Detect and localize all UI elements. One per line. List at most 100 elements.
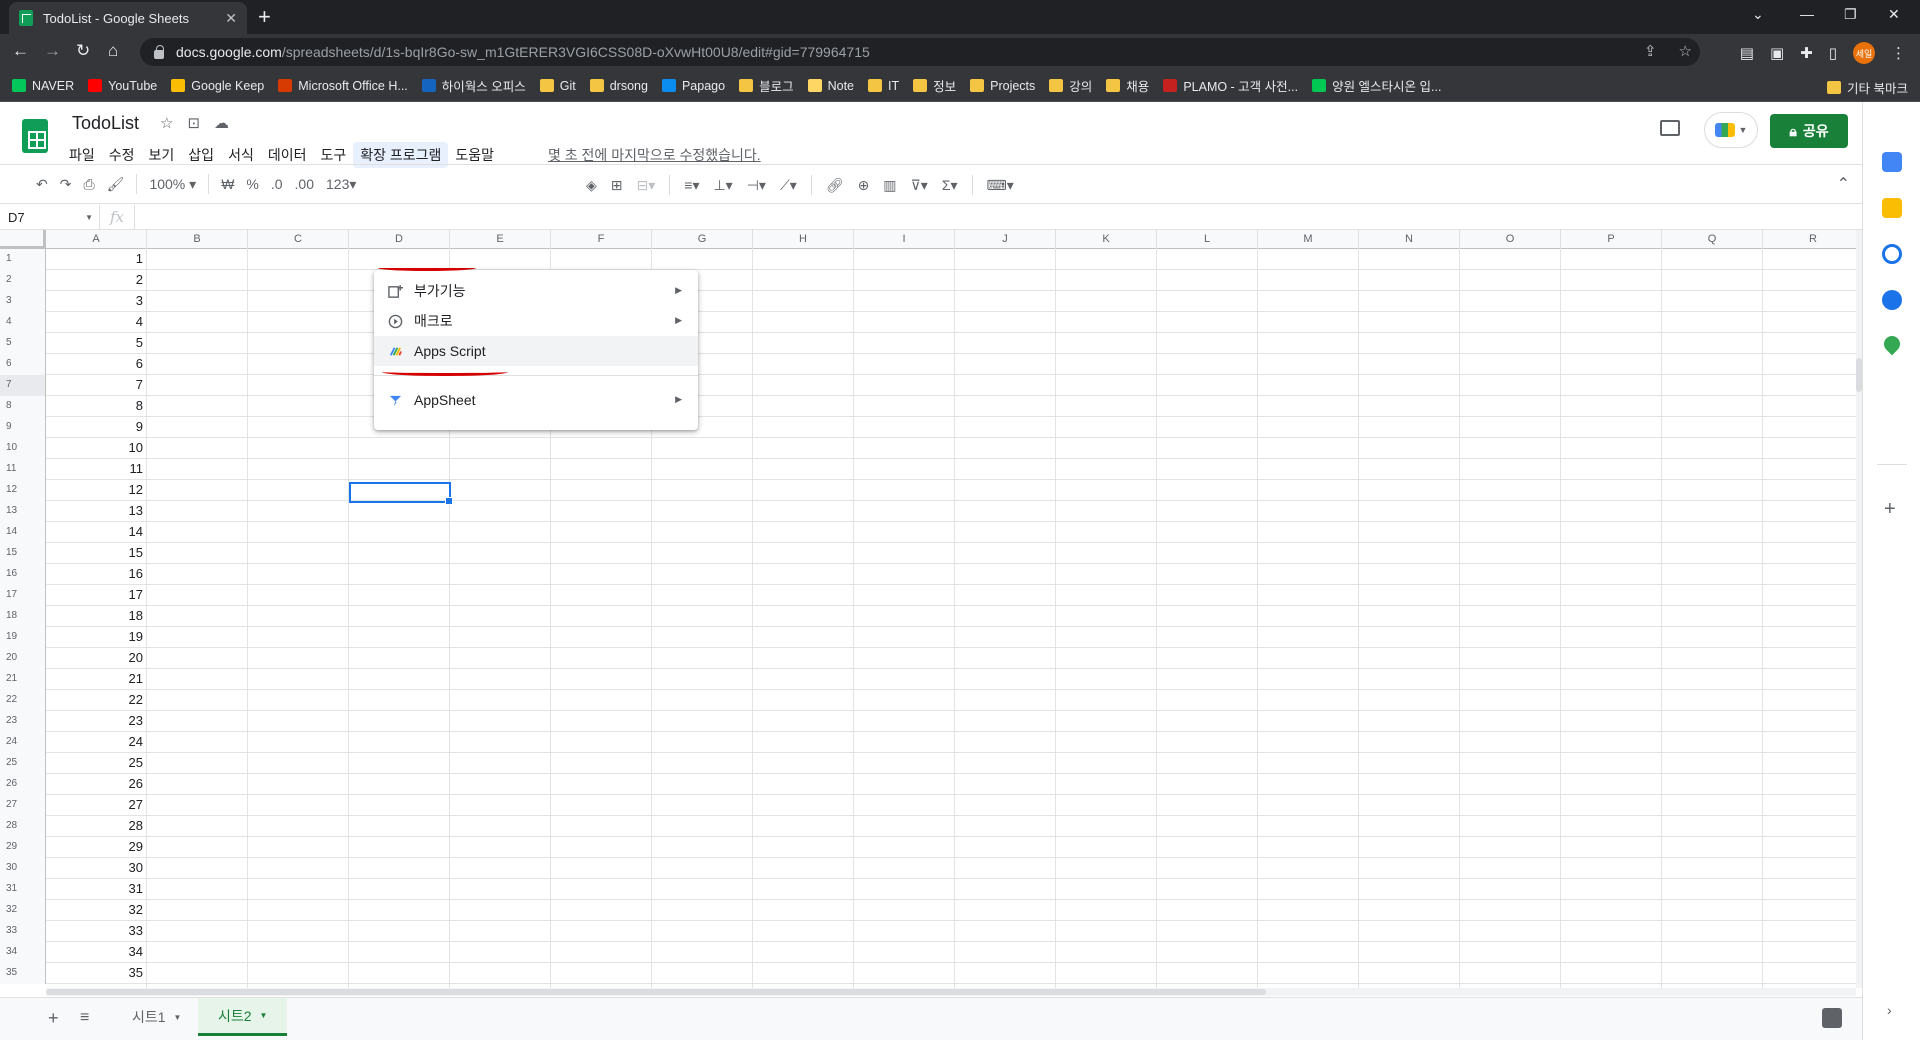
column-header[interactable]: J [955, 230, 1056, 249]
fill-color-icon[interactable]: ◈ [580, 177, 603, 194]
column-header[interactable]: M [1258, 230, 1359, 249]
cell-a[interactable]: 27 [46, 795, 147, 816]
menu-item-macro-play[interactable]: 매크로 ▶ [374, 306, 698, 336]
reload-icon[interactable]: ↻ [76, 41, 90, 61]
back-icon[interactable]: ← [12, 41, 29, 61]
horizontal-align-icon[interactable]: ≡▾ [678, 177, 705, 194]
cell-a[interactable]: 8 [46, 396, 147, 417]
cell-a[interactable]: 15 [46, 543, 147, 564]
row-header[interactable]: 15 [0, 543, 46, 564]
sheets-logo-icon[interactable] [22, 119, 48, 153]
bookmark-item[interactable]: drsong [589, 79, 648, 93]
share-button[interactable]: 🔒︎ 공유 [1770, 114, 1848, 148]
cell-a[interactable]: 3 [46, 291, 147, 312]
row-header[interactable]: 16 [0, 564, 46, 585]
column-header[interactable]: A [46, 230, 147, 249]
row-header[interactable]: 29 [0, 837, 46, 858]
meet-button[interactable]: ▼ [1704, 112, 1758, 148]
bookmark-item[interactable]: Git [539, 79, 576, 93]
text-wrap-icon[interactable]: ⊣▾ [741, 177, 772, 194]
row-header[interactable]: 24 [0, 732, 46, 753]
bookmark-item[interactable]: 정보 [913, 76, 956, 95]
cell-a[interactable]: 1 [46, 249, 147, 270]
cell-a[interactable]: 6 [46, 354, 147, 375]
column-header[interactable]: H [753, 230, 854, 249]
tab-search-icon[interactable]: ⌄ [1752, 6, 1764, 23]
row-header[interactable]: 9 [0, 417, 46, 438]
row-header[interactable]: 30 [0, 858, 46, 879]
cell-a[interactable]: 9 [46, 417, 147, 438]
horizontal-scroll-thumb[interactable] [46, 989, 1266, 995]
redo-icon[interactable]: ↷ [54, 176, 78, 193]
sheet-tab-1[interactable]: 시트1 ▼ [112, 998, 201, 1036]
cell-a[interactable]: 30 [46, 858, 147, 879]
increase-decimal-button[interactable]: .00 [289, 176, 320, 192]
column-header[interactable]: K [1056, 230, 1157, 249]
cell-a[interactable]: 4 [46, 312, 147, 333]
explore-icon[interactable] [1822, 1008, 1842, 1028]
text-rotate-icon[interactable]: ⟋▾ [774, 177, 803, 194]
row-header[interactable]: 5 [0, 333, 46, 354]
cell-a[interactable]: 33 [46, 921, 147, 942]
column-header[interactable]: F [551, 230, 652, 249]
select-all-corner[interactable] [0, 230, 46, 249]
bookmark-item[interactable]: Google Keep [171, 79, 264, 93]
row-header[interactable]: 1 [0, 249, 46, 270]
column-header[interactable]: B [147, 230, 248, 249]
maps-icon[interactable] [1880, 332, 1904, 356]
row-header[interactable]: 6 [0, 354, 46, 375]
column-header[interactable]: N [1359, 230, 1460, 249]
calendar-icon[interactable] [1882, 152, 1902, 172]
formula-input[interactable] [135, 205, 1862, 230]
print-icon[interactable]: ⎙ [77, 176, 100, 193]
row-header[interactable]: 23 [0, 711, 46, 732]
bookmark-item[interactable]: Microsoft Office H... [278, 79, 408, 93]
row-header[interactable]: 7 [0, 375, 46, 396]
row-header[interactable]: 32 [0, 900, 46, 921]
row-header[interactable]: 26 [0, 774, 46, 795]
menu-item-appsheet[interactable]: AppSheet ▶ [374, 385, 698, 415]
browser-menu-icon[interactable]: ⋮ [1891, 44, 1906, 62]
row-header[interactable]: 4 [0, 312, 46, 333]
restore-icon[interactable]: ❐ [1844, 6, 1857, 23]
extensions-puzzle-icon[interactable]: ✚ [1800, 44, 1813, 62]
insert-chart-icon[interactable]: ▥ [877, 177, 902, 194]
row-header[interactable]: 21 [0, 669, 46, 690]
cell-a[interactable]: 7 [46, 375, 147, 396]
bookmark-item[interactable]: 채용 [1106, 76, 1149, 95]
input-tools-icon[interactable]: ⌨▾ [981, 177, 1020, 194]
cell-a[interactable]: 20 [46, 648, 147, 669]
row-header[interactable]: 8 [0, 396, 46, 417]
row-header[interactable]: 19 [0, 627, 46, 648]
menu-item-apps-script[interactable]: Apps Script [374, 336, 698, 366]
column-header[interactable]: D [349, 230, 450, 249]
insert-comment-icon[interactable]: ⊕ [852, 177, 876, 194]
extension-b-icon[interactable]: ▣ [1770, 44, 1784, 62]
cell-a[interactable]: 22 [46, 690, 147, 711]
cell-a[interactable]: 34 [46, 942, 147, 963]
row-header[interactable]: 2 [0, 270, 46, 291]
bookmark-item[interactable]: 블로그 [739, 76, 794, 95]
filter-icon[interactable]: ⊽▾ [905, 177, 934, 194]
cell-a[interactable]: 31 [46, 879, 147, 900]
bookmark-item[interactable]: Note [807, 79, 854, 93]
row-header[interactable]: 18 [0, 606, 46, 627]
bookmark-item[interactable]: 하이웍스 오피스 [421, 76, 526, 95]
contacts-icon[interactable] [1882, 290, 1902, 310]
decrease-decimal-button[interactable]: .0 [265, 176, 289, 192]
all-sheets-icon[interactable]: ≡ [80, 1009, 89, 1027]
row-header[interactable]: 22 [0, 690, 46, 711]
bookmark-item[interactable]: Projects [970, 79, 1035, 93]
column-header[interactable]: C [248, 230, 349, 249]
hide-side-panel-icon[interactable]: › [1887, 1002, 1892, 1018]
comments-icon[interactable] [1660, 120, 1680, 136]
column-header[interactable]: I [854, 230, 955, 249]
cell-a[interactable]: 16 [46, 564, 147, 585]
cell-a[interactable]: 25 [46, 753, 147, 774]
cell-a[interactable]: 12 [46, 480, 147, 501]
keep-icon[interactable] [1882, 198, 1902, 218]
column-header[interactable]: O [1460, 230, 1561, 249]
lock-icon[interactable] [154, 44, 164, 59]
cell-a[interactable]: 26 [46, 774, 147, 795]
cell-a[interactable]: 2 [46, 270, 147, 291]
